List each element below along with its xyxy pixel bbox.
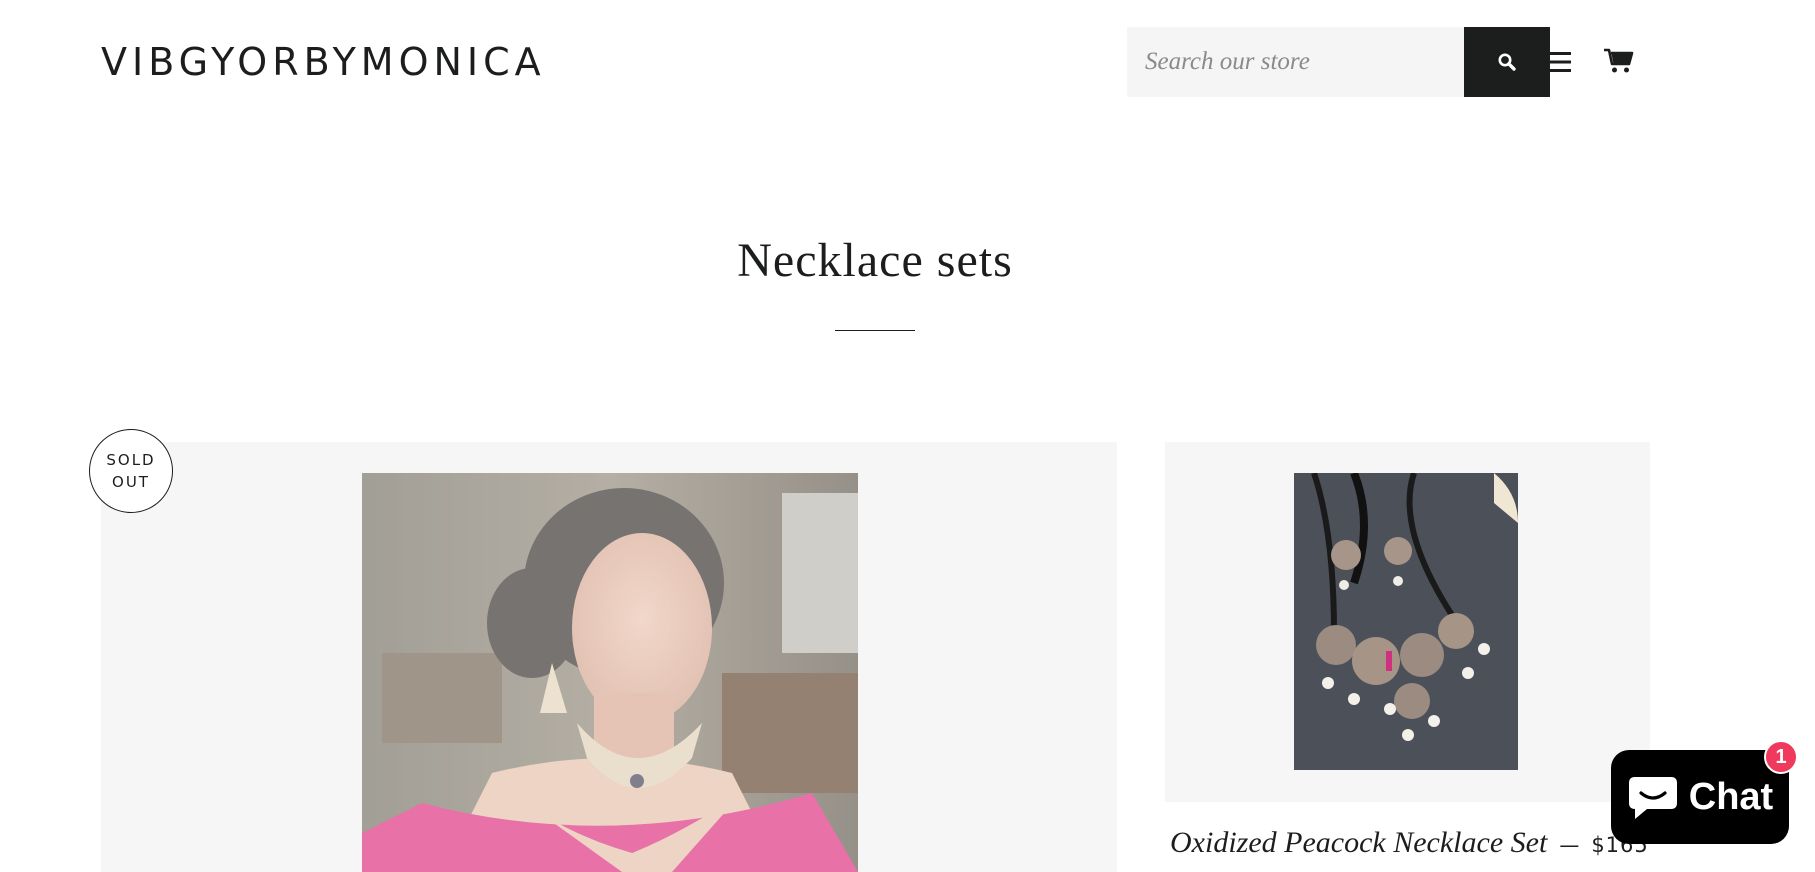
- cart-button[interactable]: [1601, 44, 1637, 78]
- product-image-peacock-necklace[interactable]: [1294, 473, 1518, 770]
- search-form: [1127, 27, 1550, 97]
- product-photo: [362, 473, 858, 872]
- product-image-bridal-choker[interactable]: [362, 473, 858, 872]
- store-logo[interactable]: VIBGYORBYMONICA: [101, 40, 546, 84]
- search-button[interactable]: [1464, 27, 1550, 97]
- sold-out-badge-line2: OUT: [112, 473, 150, 491]
- product-card[interactable]: [1165, 442, 1650, 802]
- hamburger-menu-icon: [1543, 52, 1571, 72]
- product-photo: [1294, 473, 1518, 770]
- chat-notification-badge: 1: [1764, 740, 1798, 774]
- search-input[interactable]: [1127, 27, 1464, 97]
- menu-button[interactable]: [1540, 45, 1574, 79]
- product-caption[interactable]: Oxidized Peacock Necklace Set — $165: [1170, 826, 1649, 860]
- search-icon: [1498, 53, 1516, 71]
- cart-icon: [1604, 48, 1634, 73]
- site-header: VIBGYORBYMONICA: [0, 0, 1815, 125]
- chat-label: Chat: [1688, 775, 1774, 818]
- price-separator: —: [1559, 833, 1580, 857]
- title-divider: [835, 330, 915, 331]
- sold-out-badge-line1: SOLD: [106, 451, 156, 469]
- product-name[interactable]: Oxidized Peacock Necklace Set: [1170, 826, 1547, 860]
- sold-out-badge: SOLD OUT: [89, 429, 173, 513]
- collection-title: Necklace sets: [737, 234, 1013, 287]
- chat-bubble-icon: [1628, 777, 1677, 819]
- product-card[interactable]: [101, 442, 1117, 872]
- chat-button[interactable]: Chat: [1611, 750, 1789, 844]
